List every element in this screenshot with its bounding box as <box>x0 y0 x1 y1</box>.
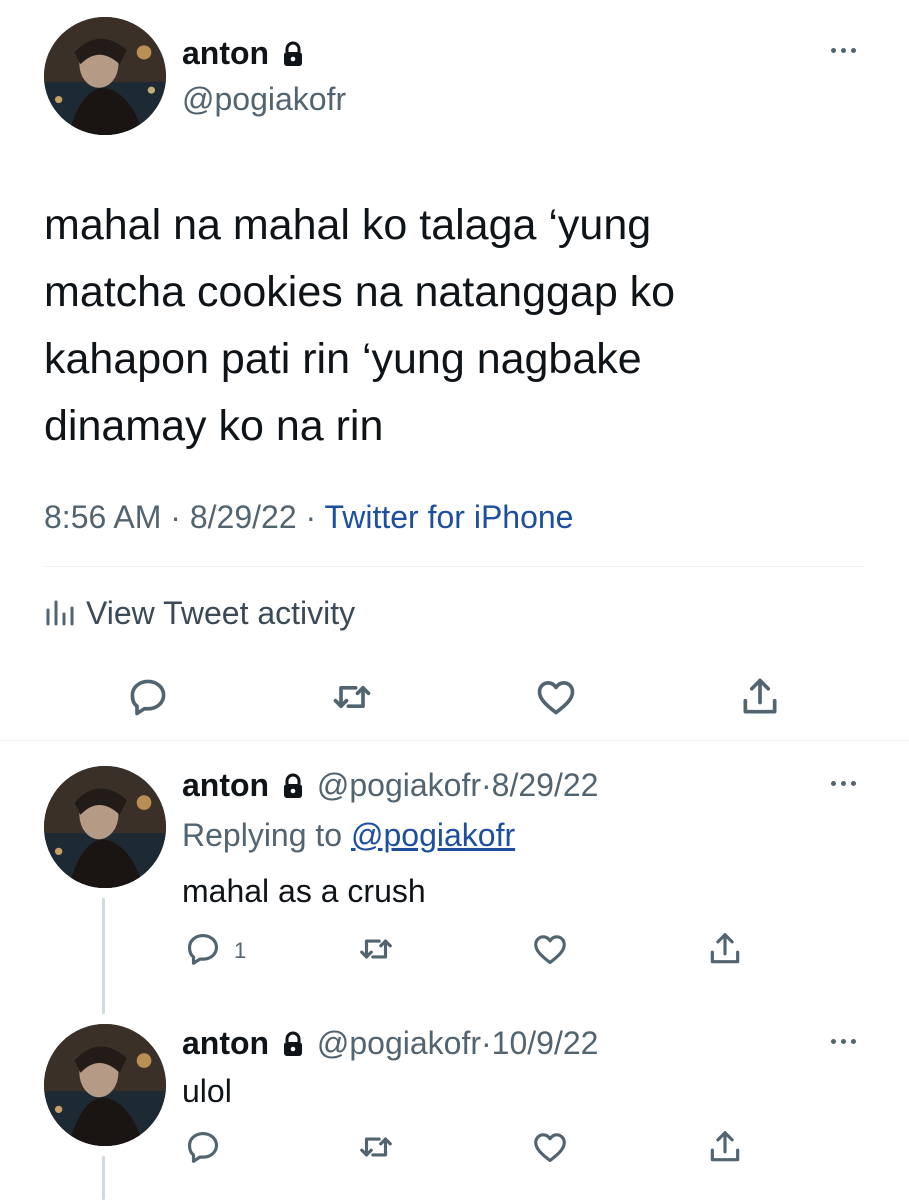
tweet-text: mahal na mahal ko talaga ‘yung matcha co… <box>44 192 675 460</box>
analytics-icon <box>44 596 76 636</box>
tweet-date[interactable]: 8/29/22 <box>190 499 297 535</box>
view-activity-label: View Tweet activity <box>86 595 356 631</box>
divider <box>0 740 909 741</box>
reply-header: anton @pogiakofr·8/29/22 <box>182 766 598 807</box>
author-name-text[interactable]: anton <box>182 1025 269 1061</box>
replying-to: Replying to @pogiakofr <box>182 816 515 854</box>
share-icon[interactable] <box>738 675 782 719</box>
avatar[interactable] <box>44 766 166 888</box>
replying-to-prefix: Replying to <box>182 817 343 853</box>
thread-line <box>102 1156 105 1200</box>
retweet-icon[interactable] <box>357 1128 395 1166</box>
tweet-meta: 8:56 AM · 8/29/22 · Twitter for iPhone <box>44 498 573 536</box>
retweet-icon[interactable] <box>330 675 374 719</box>
like-icon[interactable] <box>534 675 578 719</box>
meta-separator: · <box>481 1025 492 1061</box>
view-activity-link[interactable]: View Tweet activity <box>44 594 355 636</box>
author-name[interactable]: anton <box>182 34 304 75</box>
more-icon[interactable] <box>831 48 856 53</box>
reply-icon[interactable] <box>184 930 222 968</box>
divider <box>44 566 865 567</box>
reply-icon[interactable] <box>126 675 170 719</box>
reply-header: anton @pogiakofr·10/9/22 <box>182 1024 598 1065</box>
reply-text: mahal as a crush <box>182 873 426 909</box>
tweet-text-line: kahapon pati rin ‘yung nagbake <box>44 335 642 383</box>
thread-line <box>102 898 105 1014</box>
replying-to-link[interactable]: @pogiakofr <box>351 817 515 853</box>
share-icon[interactable] <box>706 930 744 968</box>
author-handle[interactable]: @pogiakofr <box>317 767 481 803</box>
author-name-text: anton <box>182 35 270 71</box>
like-icon[interactable] <box>531 930 569 968</box>
reply-count: 1 <box>234 938 247 963</box>
meta-separator: · <box>481 767 492 803</box>
meta-separator: · <box>170 499 181 535</box>
reply-date[interactable]: 10/9/22 <box>492 1025 599 1061</box>
meta-separator: · <box>305 499 317 535</box>
tweet-text-line: matcha cookies na natanggap ko <box>44 268 676 316</box>
share-icon[interactable] <box>706 1128 744 1166</box>
author-handle[interactable]: @pogiakofr <box>317 1025 481 1061</box>
avatar[interactable] <box>44 17 166 135</box>
author-name-text[interactable]: anton <box>182 767 269 803</box>
tweet-time[interactable]: 8:56 AM <box>44 499 161 535</box>
like-icon[interactable] <box>531 1128 569 1166</box>
avatar[interactable] <box>44 1024 166 1146</box>
author-handle[interactable]: @pogiakofr <box>182 80 346 118</box>
reply-text: ulol <box>182 1073 232 1109</box>
lock-icon <box>282 1027 304 1065</box>
more-icon[interactable] <box>831 1039 856 1044</box>
retweet-icon[interactable] <box>357 930 395 968</box>
more-icon[interactable] <box>831 781 856 786</box>
lock-icon <box>282 37 304 75</box>
tweet-text-line: mahal na mahal ko talaga ‘yung <box>44 201 652 249</box>
lock-icon <box>282 769 304 807</box>
tweet-source-link[interactable]: Twitter for iPhone <box>324 499 573 535</box>
reply-icon[interactable] <box>184 1128 222 1166</box>
tweet-text-line: dinamay ko na rin <box>44 402 384 450</box>
reply-date[interactable]: 8/29/22 <box>492 767 599 803</box>
